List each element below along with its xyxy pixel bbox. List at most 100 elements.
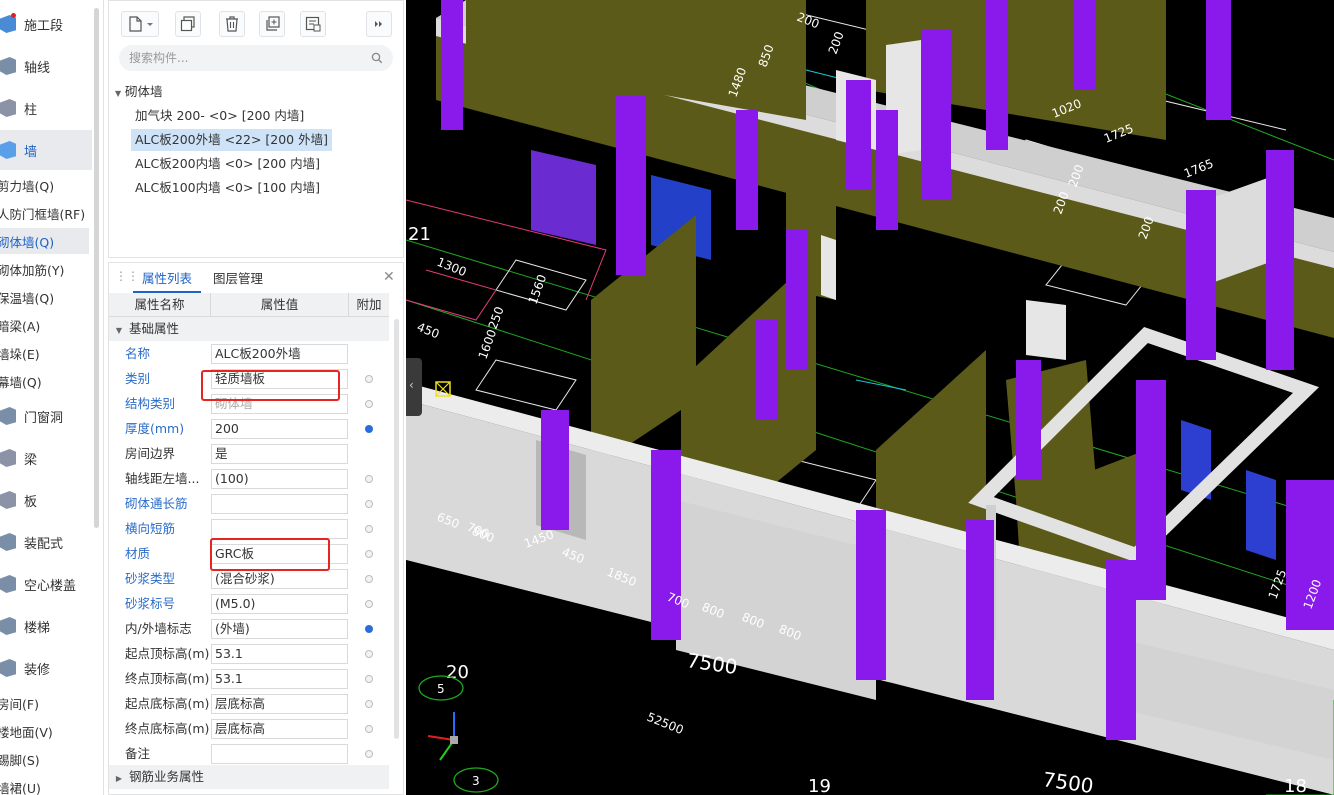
expand-icon xyxy=(375,21,382,27)
tree-group-header[interactable]: ▼ 砌体墙 xyxy=(115,81,163,103)
nav-item-17[interactable]: 楼梯 xyxy=(0,606,92,646)
column-icon xyxy=(0,99,16,117)
nav-scrollbar[interactable] xyxy=(94,8,99,528)
nav-item-3[interactable]: 墙 xyxy=(0,130,92,170)
dimension-1765: 1765 xyxy=(1182,156,1216,180)
property-value-field[interactable] xyxy=(211,744,348,764)
attach-checked-icon[interactable] xyxy=(365,625,373,633)
attach-unchecked-icon[interactable] xyxy=(365,500,373,508)
property-value-field[interactable]: 53.1 xyxy=(211,644,348,664)
nav-item-11[interactable]: 幕墙(Q) xyxy=(0,368,89,394)
collapse-triangle-icon[interactable]: ▼ xyxy=(115,83,125,105)
nav-item-21[interactable]: 踢脚(S) xyxy=(0,746,89,772)
attach-unchecked-icon[interactable] xyxy=(365,675,373,683)
nav-item-label: 墙 xyxy=(24,144,38,160)
property-value-field[interactable]: (100) xyxy=(211,469,348,489)
property-value-field[interactable]: (混合砂浆) xyxy=(211,569,348,589)
property-value-field[interactable] xyxy=(211,494,348,514)
nav-item-20[interactable]: 楼地面(V) xyxy=(0,718,89,744)
stair-icon xyxy=(0,617,16,635)
hollow-floor-icon xyxy=(0,575,16,593)
nav-item-1[interactable]: 轴线 xyxy=(0,46,92,86)
nav-item-label: 板 xyxy=(24,494,38,510)
attach-unchecked-icon[interactable] xyxy=(365,550,373,558)
nav-item-2[interactable]: 柱 xyxy=(0,88,92,128)
property-value-field[interactable]: 层底标高 xyxy=(211,719,348,739)
nav-item-18[interactable]: 装修 xyxy=(0,648,92,688)
attach-unchecked-icon[interactable] xyxy=(365,650,373,658)
property-value-field[interactable]: 53.1 xyxy=(211,669,348,689)
filter-button[interactable] xyxy=(300,11,326,37)
property-name: 起点顶标高(m) xyxy=(125,646,210,661)
attach-unchecked-icon[interactable] xyxy=(365,475,373,483)
3d-viewport[interactable]: 21 20 19 18 5 3 7500 7500 52500 1450 185… xyxy=(406,0,1334,795)
attach-checked-icon[interactable] xyxy=(365,425,373,433)
collapse-triangle-icon[interactable]: ▼ xyxy=(109,319,129,343)
tree-item[interactable]: 加气块 200- <0> [200 内墙] xyxy=(131,105,308,127)
tab-layer-manager[interactable]: 图层管理 xyxy=(209,265,267,293)
nav-item-6[interactable]: 砌体墙(Q) xyxy=(0,228,89,254)
search-input[interactable] xyxy=(129,49,359,67)
nav-item-16[interactable]: 空心楼盖 xyxy=(0,564,92,604)
search-box[interactable] xyxy=(119,45,393,71)
property-value-field[interactable]: (外墙) xyxy=(211,619,348,639)
nav-item-5[interactable]: 人防门框墙(RF) xyxy=(0,200,89,226)
nav-item-12[interactable]: 门窗洞 xyxy=(0,396,92,436)
search-icon[interactable] xyxy=(371,52,383,64)
property-value-field[interactable]: ALC板200外墙 xyxy=(211,344,348,364)
property-value-field[interactable]: 是 xyxy=(211,444,348,464)
copy-button[interactable] xyxy=(175,11,201,37)
attach-unchecked-icon[interactable] xyxy=(365,525,373,533)
nav-item-14[interactable]: 板 xyxy=(0,480,92,520)
tree-item[interactable]: ALC板100内墙 <0> [100 内墙] xyxy=(131,177,324,199)
nav-item-15[interactable]: 装配式 xyxy=(0,522,92,562)
new-component-icon xyxy=(129,16,153,32)
window-1 xyxy=(531,150,596,245)
attach-unchecked-icon[interactable] xyxy=(365,375,373,383)
attach-unchecked-icon[interactable] xyxy=(365,750,373,758)
building-model-view[interactable]: 21 20 19 18 5 3 7500 7500 52500 1450 185… xyxy=(406,0,1334,795)
drag-handle-icon[interactable]: ⋮⋮ xyxy=(115,269,139,283)
expand-triangle-icon[interactable]: ▶ xyxy=(109,767,129,791)
duplicate-layer-button[interactable] xyxy=(259,11,285,37)
nav-item-label: 梁 xyxy=(24,452,38,468)
property-value-field[interactable]: (M5.0) xyxy=(211,594,348,614)
door-window-icon xyxy=(0,407,16,425)
property-name: 终点顶标高(m) xyxy=(125,671,210,686)
attach-unchecked-icon[interactable] xyxy=(365,600,373,608)
property-scrollbar[interactable] xyxy=(394,319,399,739)
nav-item-label: 墙裙(U) xyxy=(0,780,41,795)
property-name: 房间边界 xyxy=(125,446,176,461)
nav-item-0[interactable]: 施工段 xyxy=(0,4,92,44)
nav-item-10[interactable]: 墙垛(E) xyxy=(0,340,89,366)
attach-unchecked-icon[interactable] xyxy=(365,725,373,733)
beam-icon xyxy=(0,449,16,467)
property-value-field[interactable] xyxy=(211,519,348,539)
tree-item[interactable]: ALC板200外墙 <22> [200 外墙] xyxy=(131,129,332,151)
property-value-field[interactable]: 层底标高 xyxy=(211,694,348,714)
attach-unchecked-icon[interactable] xyxy=(365,700,373,708)
property-value-field[interactable]: 200 xyxy=(211,419,348,439)
nav-item-label: 暗梁(A) xyxy=(0,318,41,334)
nav-item-13[interactable]: 梁 xyxy=(0,438,92,478)
nav-item-19[interactable]: 房间(F) xyxy=(0,690,89,716)
delete-button[interactable] xyxy=(219,11,245,37)
nav-item-9[interactable]: 暗梁(A) xyxy=(0,312,89,338)
chevron-left-icon[interactable]: ‹ xyxy=(409,378,414,392)
nav-item-22[interactable]: 墙裙(U) xyxy=(0,774,89,795)
panel-collapse-handle[interactable]: ‹ xyxy=(406,358,422,416)
nav-item-7[interactable]: 砌体加筋(Y) xyxy=(0,256,89,282)
nav-item-4[interactable]: 剪力墙(Q) xyxy=(0,172,89,198)
attach-unchecked-icon[interactable] xyxy=(365,400,373,408)
nav-item-8[interactable]: 保温墙(Q) xyxy=(0,284,89,310)
group-rebar-properties[interactable]: ▶ 钢筋业务属性 xyxy=(109,765,389,789)
slab-icon xyxy=(0,491,16,509)
property-row: 终点顶标高(m) 53.1 xyxy=(109,666,389,691)
tab-property-list[interactable]: 属性列表 xyxy=(133,265,201,293)
tree-item[interactable]: ALC板200内墙 <0> [200 内墙] xyxy=(131,153,324,175)
new-component-button[interactable] xyxy=(121,11,159,37)
expand-button[interactable] xyxy=(366,11,392,37)
close-icon[interactable]: ✕ xyxy=(383,270,395,284)
group-basic-properties[interactable]: ▼ 基础属性 xyxy=(109,317,389,341)
attach-unchecked-icon[interactable] xyxy=(365,575,373,583)
